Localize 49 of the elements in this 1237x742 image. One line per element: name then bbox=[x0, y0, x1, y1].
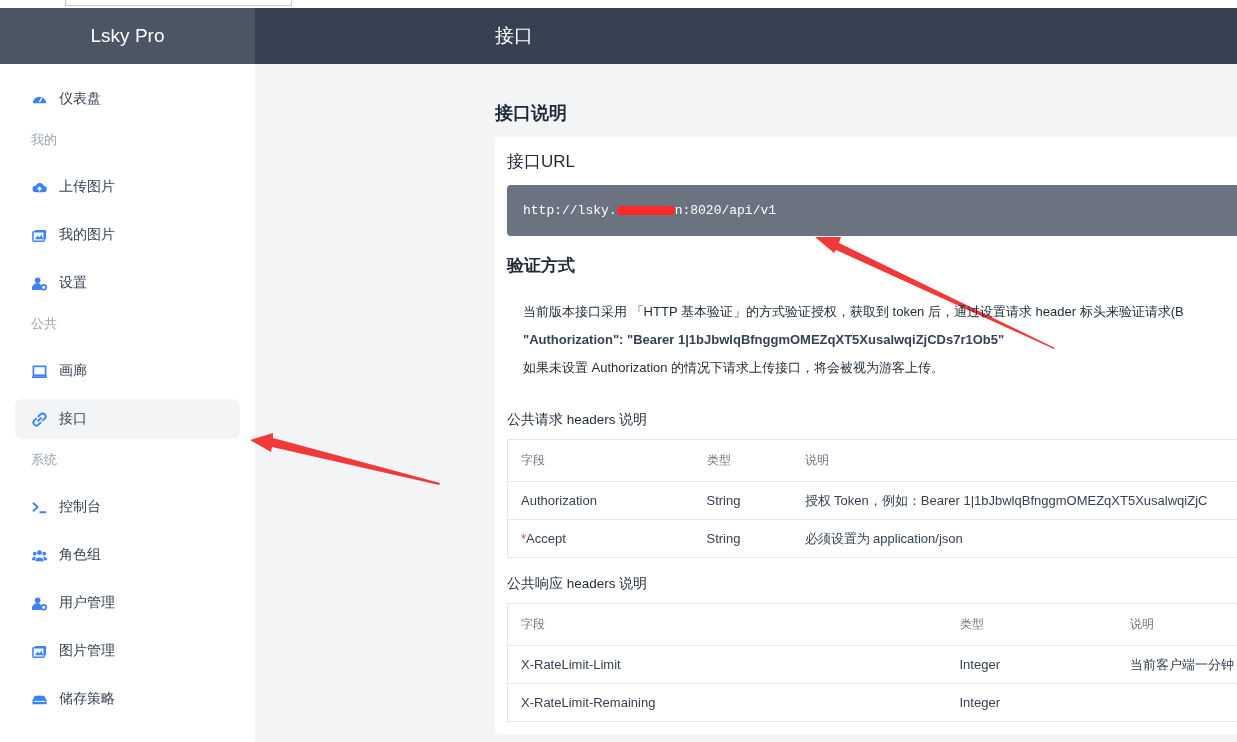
column-header: 说明 bbox=[1116, 603, 1237, 646]
table-cell: 授权 Token，例如：Bearer 1|1bJbwlqBfnggmOMEZqXT5XusalwqiZjC bbox=[791, 481, 1237, 520]
sidebar-item[interactable]: 设置 bbox=[15, 263, 240, 303]
link-icon bbox=[32, 411, 47, 427]
section-heading: 接口URL bbox=[507, 151, 576, 173]
table-cell: Integer bbox=[946, 683, 1117, 722]
table-cell: *Accept bbox=[507, 519, 694, 558]
section-heading: 验证方式 bbox=[507, 255, 576, 277]
table-cell: X-RateLimit-Limit bbox=[507, 645, 947, 684]
sidebar-section-heading: 系统 bbox=[31, 451, 57, 469]
table-cell: Authorization bbox=[507, 481, 694, 520]
sidebar-item[interactable]: 上传图片 bbox=[15, 167, 240, 207]
table-cell: String bbox=[693, 519, 792, 558]
user-gear-icon bbox=[32, 595, 47, 611]
sidebar-section-heading: 我的 bbox=[31, 131, 57, 149]
table-title: 公共请求 headers 说明 bbox=[507, 411, 649, 429]
column-header: 说明 bbox=[791, 439, 1237, 482]
column-header: 字段 bbox=[507, 439, 694, 482]
sidebar-section-heading: 公共 bbox=[31, 315, 57, 333]
page-heading: 接口说明 bbox=[495, 102, 568, 125]
page-header-title: 接口 bbox=[495, 24, 533, 48]
terminal-icon bbox=[32, 499, 47, 515]
sidebar-item[interactable]: 储存策略 bbox=[15, 679, 240, 719]
sidebar-item[interactable]: 图片管理 bbox=[15, 631, 240, 671]
app-logo-text: Lsky Pro bbox=[0, 8, 255, 64]
table-cell: 必须设置为 application/json bbox=[791, 519, 1237, 558]
images-icon bbox=[32, 643, 47, 659]
sidebar-item[interactable]: 用户管理 bbox=[15, 583, 240, 623]
user-gear-icon bbox=[32, 275, 47, 291]
table-cell: X-RateLimit-Remaining bbox=[507, 683, 947, 722]
sidebar-item[interactable]: 控制台 bbox=[15, 487, 240, 527]
description-text: "Authorization": "Bearer 1|1bJbwlqBfnggmOMEZqXT5XusalwqiZjCDs7r1Ob5" bbox=[523, 331, 1006, 349]
column-header: 类型 bbox=[946, 603, 1117, 646]
images-icon bbox=[32, 227, 47, 243]
sidebar-item[interactable]: 角色组 bbox=[15, 535, 240, 575]
sidebar-item[interactable]: 画廊 bbox=[15, 351, 240, 391]
column-header: 字段 bbox=[507, 603, 947, 646]
table-cell: 当前客户端一分钟 bbox=[1116, 645, 1237, 684]
sidebar-item[interactable]: 接口 bbox=[15, 399, 240, 439]
users-icon bbox=[32, 547, 47, 563]
column-header: 类型 bbox=[693, 439, 792, 482]
monitor-icon bbox=[32, 363, 47, 379]
description-text: 如果未设置 Authorization 的情况下请求上传接口，将会被视为游客上传。 bbox=[523, 359, 946, 377]
table-cell: Integer bbox=[946, 645, 1117, 684]
sidebar-item[interactable]: 仪表盘 bbox=[15, 79, 240, 119]
api-url: http://lsky. n:8020/api/v1 bbox=[523, 203, 777, 218]
table-title: 公共响应 headers 说明 bbox=[507, 575, 649, 593]
table-cell: String bbox=[693, 481, 792, 520]
sidebar-item[interactable]: 我的图片 bbox=[15, 215, 240, 255]
